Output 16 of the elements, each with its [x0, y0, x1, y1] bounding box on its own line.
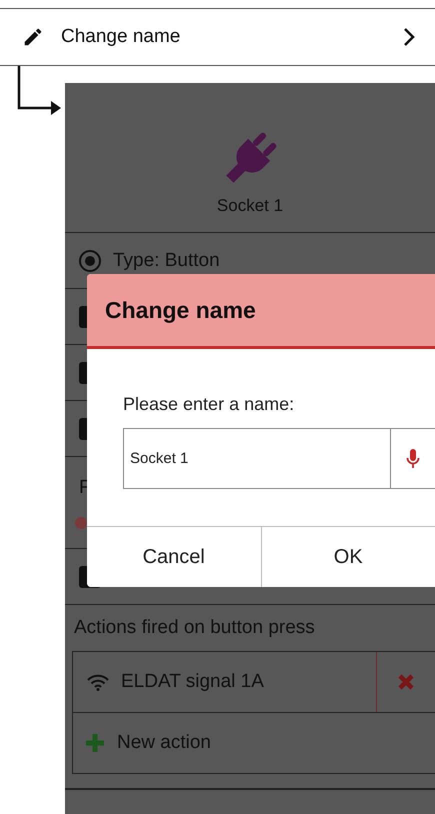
type-label: Type: Button — [113, 250, 220, 272]
connector-arrow — [18, 66, 61, 115]
slider-thumb[interactable] — [75, 516, 87, 528]
section-heading: Actions fired on button press — [74, 617, 315, 639]
microphone-icon[interactable] — [406, 448, 420, 470]
name-input-field[interactable]: Socket 1 — [123, 428, 390, 489]
chevron-right-icon[interactable] — [403, 27, 415, 47]
menu-item-label[interactable]: Change name — [61, 26, 386, 48]
plus-icon — [85, 733, 105, 753]
pencil-icon — [22, 26, 44, 48]
wifi-icon — [87, 674, 109, 690]
device-name: Socket 1 — [216, 196, 284, 216]
dialog-title: Change name — [87, 274, 435, 349]
radio-button[interactable] — [79, 250, 101, 272]
delete-icon[interactable] — [397, 673, 415, 691]
dialog-prompt: Please enter a name: — [123, 394, 294, 415]
